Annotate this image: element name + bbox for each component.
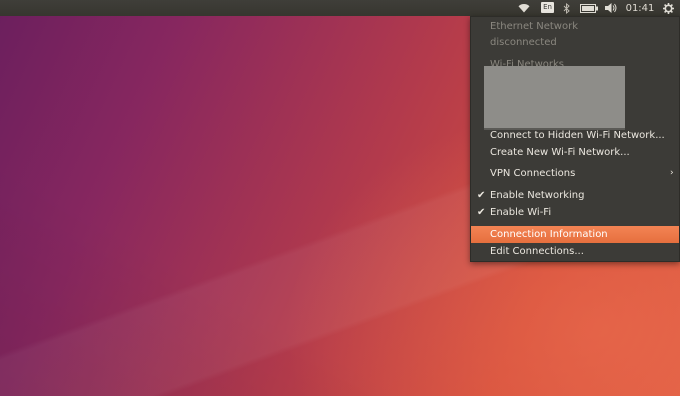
top-panel: En 01:41 <box>0 0 680 16</box>
network-menu: Ethernet Network disconnected Wi-Fi Netw… <box>470 16 680 262</box>
bluetooth-icon[interactable] <box>560 0 572 16</box>
menu-item-enable-networking[interactable]: ✔ Enable Networking <box>471 187 679 204</box>
menu-item-enable-wifi[interactable]: ✔ Enable Wi-Fi <box>471 204 679 221</box>
menu-ethernet-header: Ethernet Network <box>490 21 579 32</box>
menu-item-connect-hidden-wifi[interactable]: Connect to Hidden Wi-Fi Network... <box>471 127 679 144</box>
gear-icon[interactable] <box>660 0 676 16</box>
chevron-right-icon: › <box>670 168 674 178</box>
menu-item-edit-connections[interactable]: Edit Connections... <box>471 243 679 260</box>
battery-icon[interactable] <box>578 0 600 16</box>
menu-item-connection-information[interactable]: Connection Information <box>471 226 679 243</box>
keyboard-language-indicator[interactable]: En <box>541 2 554 13</box>
wifi-icon[interactable] <box>516 0 532 16</box>
wifi-network-list[interactable] <box>484 66 625 130</box>
checkmark-icon: ✔ <box>477 190 486 201</box>
clock[interactable]: 01:41 <box>625 0 655 16</box>
volume-icon[interactable] <box>604 0 618 16</box>
menu-item-vpn-connections[interactable]: VPN Connections › <box>471 165 679 182</box>
menu-item-create-new-wifi[interactable]: Create New Wi-Fi Network... <box>471 144 679 161</box>
menu-ethernet-status: disconnected <box>490 37 557 48</box>
checkmark-icon: ✔ <box>477 207 486 218</box>
